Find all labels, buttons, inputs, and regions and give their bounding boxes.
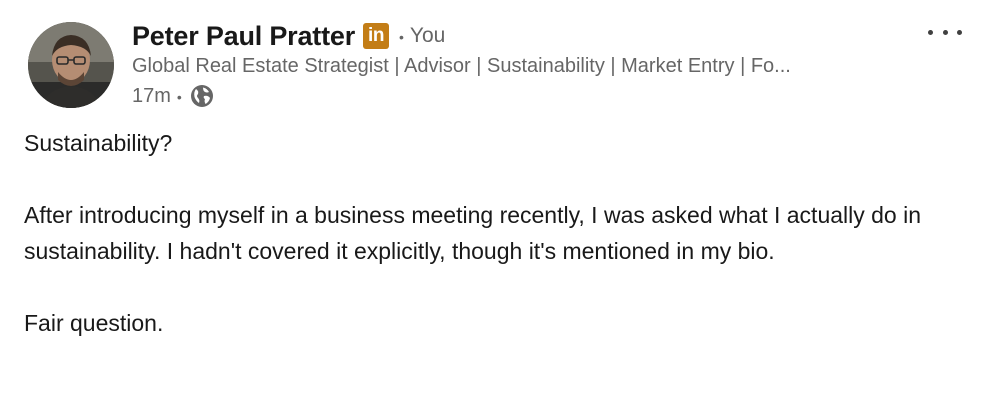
author-name-row: Peter Paul Pratter in • You <box>132 16 445 56</box>
post-paragraph: Fair question. <box>24 310 164 336</box>
more-dot <box>957 29 962 35</box>
post-paragraph: Sustainability? <box>24 130 173 156</box>
author-name[interactable]: Peter Paul Pratter <box>132 21 355 52</box>
author-headline: Global Real Estate Strategist | Advisor … <box>132 55 791 77</box>
post-time: 17m <box>132 84 171 107</box>
author-avatar[interactable] <box>28 22 114 108</box>
globe-icon <box>190 84 214 108</box>
separator-dot: • <box>399 29 404 45</box>
more-options-icon[interactable] <box>928 22 962 42</box>
feed-post: Peter Paul Pratter in • You Global Real … <box>0 0 996 408</box>
more-dot <box>942 29 948 35</box>
more-dot <box>928 29 933 35</box>
post-body: Sustainability? After introducing myself… <box>24 125 974 341</box>
separator-dot: • <box>176 89 182 105</box>
premium-in-badge-icon: in <box>363 23 389 49</box>
post-meta: 17m • <box>132 83 214 109</box>
post-paragraph: After introducing myself in a business m… <box>24 202 922 264</box>
author-relation: You <box>409 24 446 47</box>
